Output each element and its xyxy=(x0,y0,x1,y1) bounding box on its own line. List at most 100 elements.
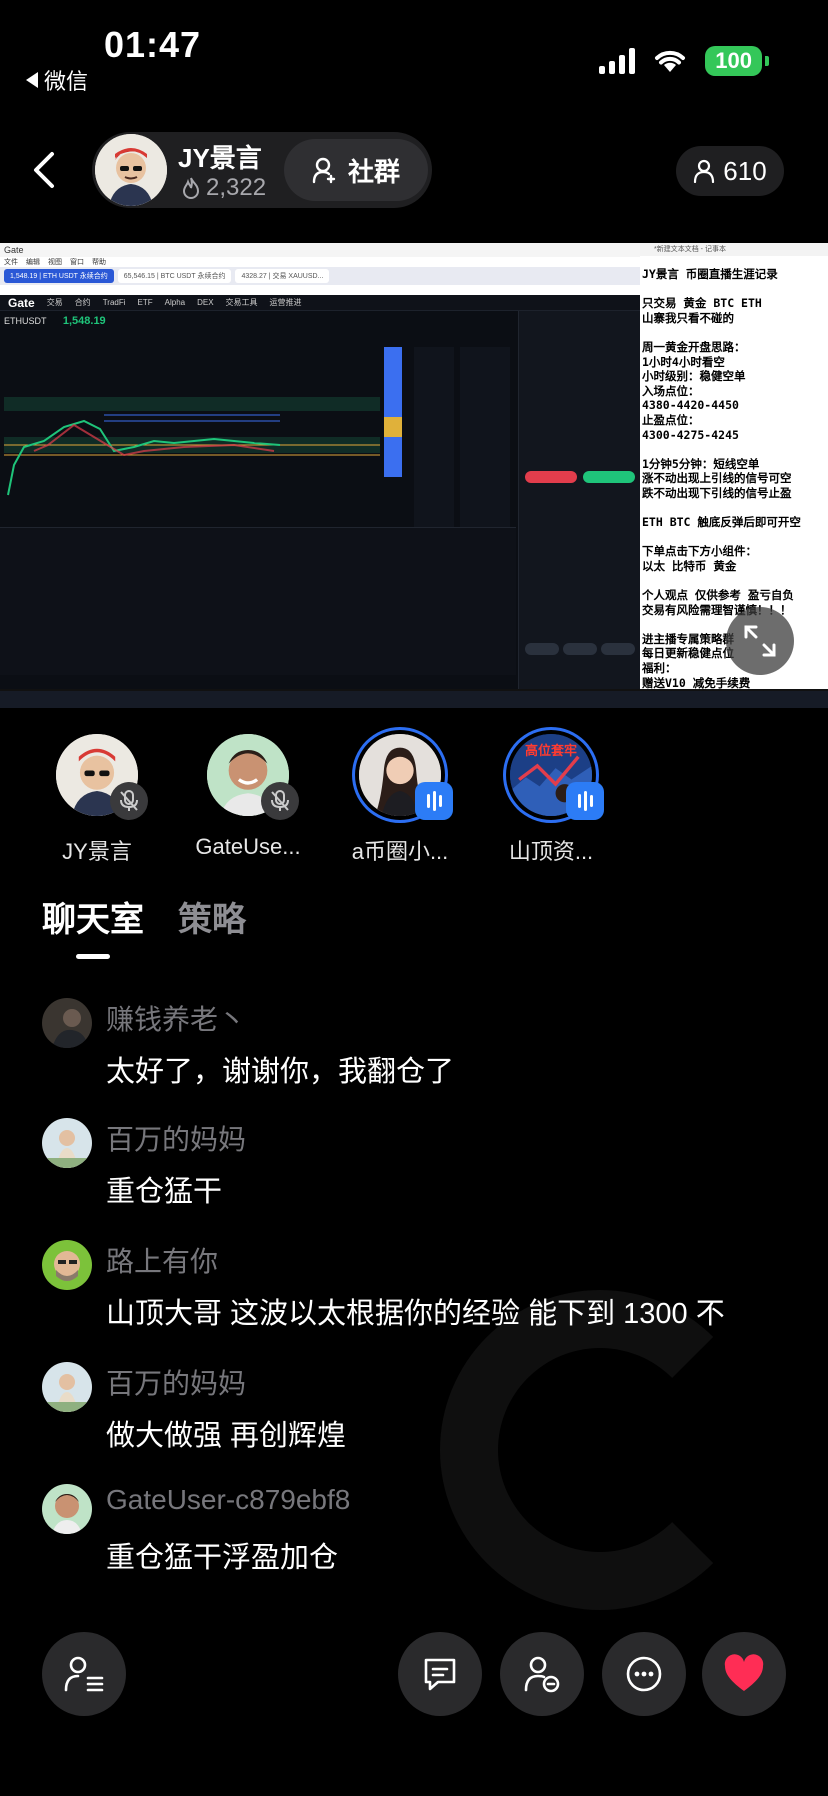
host-avatar[interactable] xyxy=(95,134,167,206)
browser-tab: 4328.27 | 交易 XAUUSD... xyxy=(235,269,330,283)
browser-tab: 65,546.15 | BTC USDT 永续合约 xyxy=(117,269,232,283)
chat-avatar[interactable] xyxy=(42,1484,92,1534)
browser-tabs: 1,548.19 | ETH USDT 永续合约 65,546.15 | BTC… xyxy=(0,267,640,285)
gate-nav-item: 交易 xyxy=(46,298,63,307)
chat-text: 做大做强 再创辉煌 xyxy=(106,1420,347,1452)
guest-avatar[interactable]: 高位套牢 xyxy=(510,734,604,820)
guest-name: 山顶资... xyxy=(508,839,594,864)
browser-menu: 文件 编辑 视图 窗口 帮助 xyxy=(0,257,640,267)
chat-text: 山顶大哥 这波以太根据你的经验 能下到 1300 不 xyxy=(106,1298,725,1330)
viewer-count-pill[interactable]: 610 xyxy=(676,146,784,196)
chat-username[interactable]: GateUser-c879ebf8 xyxy=(106,1484,350,1516)
chat-avatar[interactable] xyxy=(42,1118,92,1168)
notepad-title: *新建文本文档 - 记事本 xyxy=(640,243,828,256)
gate-nav-item: 运营推进 xyxy=(269,298,302,307)
host-avatar-illustration xyxy=(95,134,167,206)
notepad-menu xyxy=(640,256,828,266)
gate-watermark-logo xyxy=(440,1290,760,1610)
order-book xyxy=(384,347,514,527)
chat-text: 重仓猛干浮盈加仓 xyxy=(106,1542,339,1574)
flame-icon xyxy=(182,177,200,199)
viewer-person-icon xyxy=(694,159,715,183)
trade-panel xyxy=(518,311,640,689)
gate-nav-item: DEX xyxy=(197,298,214,307)
menu-help: 帮助 xyxy=(92,259,106,266)
panel-button xyxy=(525,643,559,655)
chat-text: 太好了，谢谢你，我翻仓了 xyxy=(106,1056,455,1088)
comment-button[interactable] xyxy=(398,1632,482,1716)
guest-avatar[interactable] xyxy=(359,734,453,820)
expand-icon xyxy=(744,625,776,657)
user-add-icon xyxy=(524,1656,560,1693)
tab-strategy[interactable]: 策略 xyxy=(178,892,246,941)
guest-name: GateUse... xyxy=(195,834,301,859)
speaking-icon xyxy=(415,782,453,820)
community-label: 社群 xyxy=(347,156,400,187)
guest-avatar-badge: 高位套牢 xyxy=(524,743,577,758)
live-stream-video[interactable]: Gate 文件 编辑 视图 窗口 帮助 1,548.19 | ETH USDT … xyxy=(0,243,828,708)
chat-username[interactable]: 百万的妈妈 xyxy=(106,1362,246,1402)
open-long-button xyxy=(583,471,635,483)
guest-name: JY景言 xyxy=(62,839,132,864)
ticker-bar: ETHUSDT 1,548.19 xyxy=(4,315,106,327)
positions-panel xyxy=(0,527,516,675)
host-name[interactable]: JY景言 xyxy=(178,138,262,175)
chat-avatar[interactable] xyxy=(42,998,92,1048)
chat-avatar[interactable] xyxy=(42,1240,92,1290)
guest-avatar[interactable] xyxy=(207,734,299,820)
guest-seat[interactable]: GateUse... xyxy=(188,734,308,860)
mic-muted-icon xyxy=(110,782,148,820)
windows-taskbar xyxy=(0,691,828,708)
chat-username[interactable]: 赚钱养老丶 xyxy=(106,998,246,1038)
status-indicators: 100 xyxy=(599,46,769,76)
back-triangle-icon xyxy=(26,72,38,88)
gate-nav: Gate 交易 合约 TradFi ETF Alpha DEX 交易工具 运营推… xyxy=(0,295,640,311)
guest-seat[interactable]: 高位套牢 山顶资... xyxy=(491,734,611,866)
menu-view: 视图 xyxy=(48,259,62,266)
chat-avatar[interactable] xyxy=(42,1362,92,1412)
community-button[interactable]: 社群 xyxy=(284,139,428,201)
status-time: 01:47 xyxy=(104,24,202,65)
host-likes: 2,322 xyxy=(180,174,266,202)
gate-nav-item: ETF xyxy=(137,298,153,307)
back-arrow-icon[interactable] xyxy=(30,150,60,190)
mic-muted-icon xyxy=(261,782,299,820)
panel-button xyxy=(563,643,597,655)
gate-nav-item: 交易工具 xyxy=(225,298,258,307)
browser-tab: 1,548.19 | ETH USDT 永续合约 xyxy=(4,269,114,283)
guest-name: a币圈小... xyxy=(351,839,449,864)
chat-username[interactable]: 百万的妈妈 xyxy=(106,1118,246,1158)
viewer-count: 610 xyxy=(723,155,767,186)
guest-list-button[interactable] xyxy=(42,1632,126,1716)
guest-avatar[interactable] xyxy=(56,734,148,820)
more-options-button[interactable] xyxy=(602,1632,686,1716)
menu-window: 窗口 xyxy=(70,259,84,266)
more-dots-icon xyxy=(626,1656,662,1692)
guest-seat[interactable]: a币圈小... xyxy=(340,734,460,866)
open-short-button xyxy=(525,471,577,483)
speaking-icon xyxy=(566,782,604,820)
join-mic-button[interactable] xyxy=(500,1632,584,1716)
guest-seat[interactable]: JY景言 xyxy=(37,734,157,866)
gate-logo: Gate xyxy=(8,295,35,310)
active-tab-indicator xyxy=(76,954,110,959)
like-button[interactable] xyxy=(702,1632,786,1716)
chat-text: 重仓猛干 xyxy=(106,1176,223,1208)
chat-bubble-icon xyxy=(424,1658,456,1691)
user-list-icon xyxy=(64,1656,104,1692)
ticker-symbol: ETHUSDT xyxy=(4,316,47,326)
heart-icon xyxy=(724,1654,764,1691)
gate-nav-item: Alpha xyxy=(164,298,186,307)
gate-trading-app: Gate 交易 合约 TradFi ETF Alpha DEX 交易工具 运营推… xyxy=(0,295,640,689)
menu-file: 文件 xyxy=(4,259,18,266)
menu-edit: 编辑 xyxy=(26,259,40,266)
browser-title: Gate xyxy=(0,243,640,257)
community-user-icon xyxy=(312,157,336,184)
chat-username[interactable]: 路上有你 xyxy=(106,1240,218,1280)
back-to-app-link[interactable]: 微信 xyxy=(26,64,88,96)
fullscreen-button[interactable] xyxy=(726,607,794,675)
ticker-price: 1,548.19 xyxy=(62,315,106,327)
tab-chat[interactable]: 聊天室 xyxy=(42,892,144,941)
cellular-signal-icon xyxy=(599,48,636,74)
gate-nav-item: TradFi xyxy=(102,298,126,307)
